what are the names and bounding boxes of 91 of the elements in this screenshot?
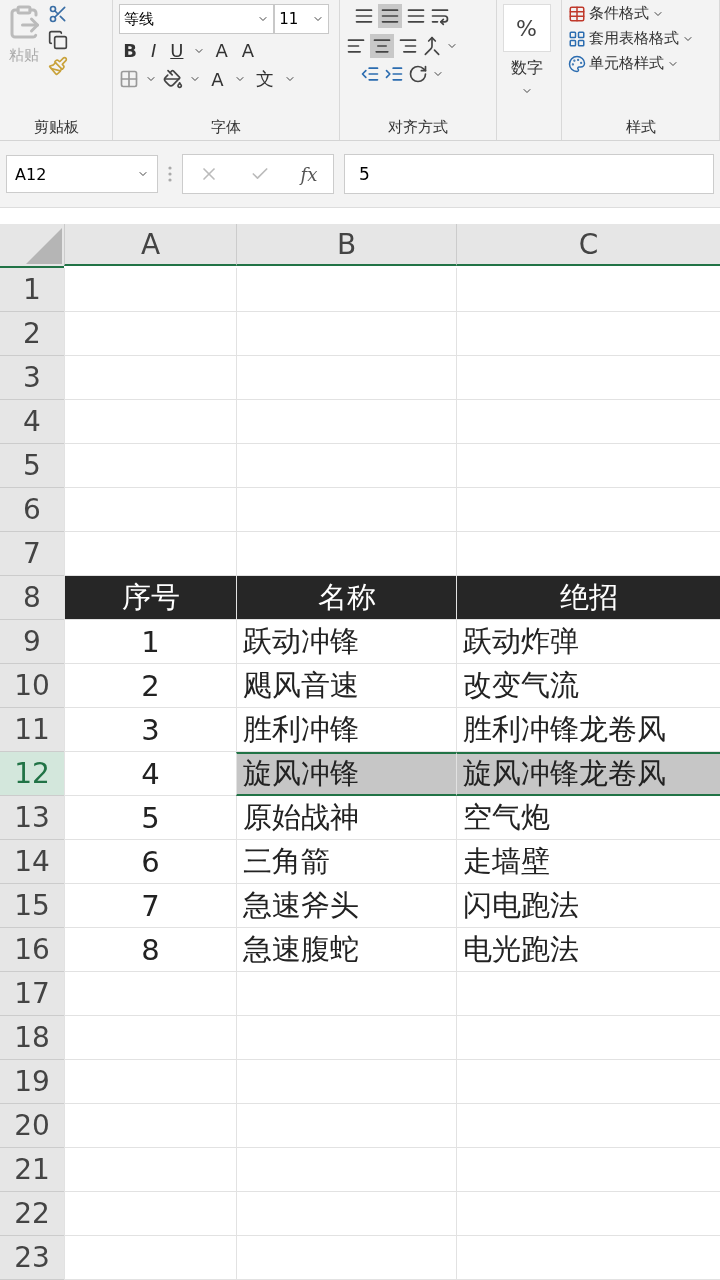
table-cell: 三角箭 — [236, 840, 456, 884]
number-format-button[interactable]: 数字 — [510, 58, 543, 79]
indent-decrease-icon[interactable] — [359, 64, 380, 84]
table-cell: 5 — [64, 796, 236, 840]
row-header[interactable]: 16 — [0, 928, 64, 972]
row-header[interactable]: 8 — [0, 576, 64, 620]
table-cell: 2 — [64, 664, 236, 708]
style-menu-label[interactable]: 单元格样式 — [589, 54, 665, 73]
table-cell: 闪电跑法 — [456, 884, 720, 928]
row-header[interactable]: 4 — [0, 400, 64, 444]
table-cell: 6 — [64, 840, 236, 884]
table-cell: 急速腹蛇 — [236, 928, 456, 972]
row-header[interactable]: 22 — [0, 1192, 64, 1236]
fill-color-icon[interactable] — [163, 69, 184, 89]
table-cell: 急速斧头 — [236, 884, 456, 928]
row-header[interactable]: 13 — [0, 796, 64, 840]
more-icon — [168, 166, 172, 182]
row-header[interactable]: 7 — [0, 532, 64, 576]
align-right-icon[interactable] — [397, 36, 418, 56]
row-header[interactable]: 2 — [0, 312, 64, 356]
shrink-font-button[interactable]: A — [237, 40, 259, 61]
orientation-icon[interactable] — [407, 64, 428, 84]
table-cell: 空气炮 — [456, 796, 720, 840]
table-cell: 飓风音速 — [236, 664, 456, 708]
group-label: 对齐方式 — [386, 117, 449, 138]
indent-increase-icon[interactable] — [383, 64, 404, 84]
cut-icon[interactable] — [48, 4, 68, 24]
font-color-button[interactable]: A — [207, 68, 228, 90]
row-header[interactable]: 17 — [0, 972, 64, 1016]
insert-function-button[interactable]: fx — [300, 163, 318, 185]
grow-font-button[interactable]: A — [211, 40, 232, 61]
row-header[interactable]: 11 — [0, 708, 64, 752]
copy-icon[interactable] — [48, 30, 68, 50]
style-menu-label[interactable]: 套用表格格式 — [589, 29, 680, 48]
align-center-icon[interactable] — [371, 36, 392, 56]
align-top-icon[interactable] — [353, 6, 374, 26]
table-cell: 胜利冲锋龙卷风 — [456, 708, 720, 752]
table-cell: 7 — [64, 884, 236, 928]
table-cell: 8 — [64, 928, 236, 972]
column-header[interactable]: B — [236, 224, 456, 266]
table-cell: 旋风冲锋龙卷风 — [456, 752, 720, 796]
row-header[interactable]: 1 — [0, 268, 64, 312]
table-cell: 旋风冲锋 — [236, 752, 456, 796]
bold-button[interactable]: B — [119, 40, 141, 61]
table-cell: 走墙壁 — [456, 840, 720, 884]
style-menu-label[interactable]: 条件格式 — [589, 4, 650, 23]
format-painter-icon[interactable] — [48, 56, 68, 76]
row-header[interactable]: 15 — [0, 884, 64, 928]
header-cell: 绝招 — [456, 576, 720, 620]
align-left-icon[interactable] — [345, 36, 366, 56]
row-header[interactable]: 6 — [0, 488, 64, 532]
group-label: 剪贴板 — [32, 117, 80, 138]
table-cell: 原始战神 — [236, 796, 456, 840]
table-cell: 电光跑法 — [456, 928, 720, 972]
select-all-corner[interactable] — [0, 224, 64, 268]
row-header[interactable]: 9 — [0, 620, 64, 664]
row-header[interactable]: 3 — [0, 356, 64, 400]
group-label: 样式 — [624, 117, 657, 138]
table-cell: 胜利冲锋 — [236, 708, 456, 752]
table-cell: 1 — [64, 620, 236, 664]
table-cell: 改变气流 — [456, 664, 720, 708]
row-header[interactable]: 12 — [0, 752, 64, 796]
row-header[interactable]: 19 — [0, 1060, 64, 1104]
row-header[interactable]: 20 — [0, 1104, 64, 1148]
group-label: 字体 — [209, 117, 242, 138]
underline-button[interactable]: U — [166, 40, 188, 61]
table-cell: 跃动炸弹 — [456, 620, 720, 664]
header-cell: 名称 — [236, 576, 456, 620]
font-name-field[interactable]: 等线 — [119, 4, 275, 34]
table-cell: 3 — [64, 708, 236, 752]
name-box[interactable]: A12 — [6, 155, 158, 193]
formula-field[interactable]: 5 — [344, 154, 714, 194]
row-header[interactable]: 14 — [0, 840, 64, 884]
table-cell: 跃动冲锋 — [236, 620, 456, 664]
row-header[interactable]: 10 — [0, 664, 64, 708]
row-header[interactable]: 5 — [0, 444, 64, 488]
column-header[interactable]: C — [456, 224, 720, 266]
borders-icon[interactable] — [119, 69, 140, 89]
align-bottom-icon[interactable] — [405, 6, 426, 26]
wrap-text-icon[interactable] — [429, 6, 450, 26]
column-header[interactable]: A — [64, 224, 236, 266]
percent-button[interactable]: % — [502, 4, 551, 52]
italic-button[interactable]: I — [146, 40, 161, 61]
row-header[interactable]: 23 — [0, 1236, 64, 1280]
header-cell: 序号 — [64, 576, 236, 620]
align-middle-icon[interactable] — [379, 6, 400, 26]
table-cell: 4 — [64, 752, 236, 796]
phonetic-button[interactable]: 文 — [251, 67, 278, 91]
font-size-field[interactable]: 11 — [274, 4, 330, 34]
row-header[interactable]: 21 — [0, 1148, 64, 1192]
row-header[interactable]: 18 — [0, 1016, 64, 1060]
